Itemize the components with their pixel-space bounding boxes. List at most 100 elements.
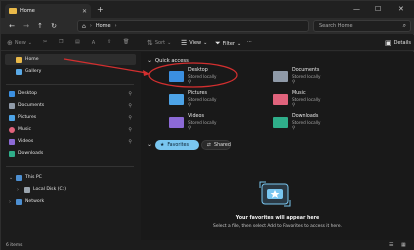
pictures-folder-icon <box>169 93 184 105</box>
videos-icon <box>9 138 15 145</box>
star-icon: ★ <box>160 142 165 148</box>
view-icon: ☰ <box>181 39 188 47</box>
tab-favorites[interactable]: ★ Favorites <box>155 140 199 150</box>
address-bar[interactable]: ⌂ › Home › <box>77 20 309 32</box>
sort-button[interactable]: ⇅ Sort ⌄ <box>147 39 171 47</box>
pin-icon: ⚲ <box>128 90 132 97</box>
tab-home[interactable]: Home ✕ <box>5 4 91 18</box>
tab-label: Home <box>20 8 35 14</box>
view-button[interactable]: ☰ View ⌄ <box>181 39 207 47</box>
list-view-icon[interactable]: ☰ <box>389 242 393 248</box>
details-button[interactable]: ▣ Details <box>385 39 411 47</box>
new-plus-icon: ⊕ <box>7 39 13 47</box>
sidebar-item-desktop[interactable]: Desktop ⚲ <box>5 88 136 99</box>
documents-folder-icon <box>273 70 288 82</box>
pin-icon: ⚲ <box>128 114 132 121</box>
quick-access-item-documents[interactable]: Documents Stored locally ⚲ <box>273 67 391 85</box>
sidebar-item-home[interactable]: Home <box>5 54 136 65</box>
quick-access-item-music[interactable]: Music Stored locally ⚲ <box>273 90 391 108</box>
quick-access-item-pictures[interactable]: Pictures Stored locally ⚲ <box>169 90 287 108</box>
tiles-view-icon[interactable]: ▦ <box>401 242 406 248</box>
main-content: ⌄ Quick access Desktop Stored locally ⚲ … <box>141 52 414 240</box>
sidebar-item-this-pc[interactable]: ⌄ This PC <box>5 172 136 183</box>
search-icon: ⌕ <box>402 22 406 29</box>
sidebar-item-music[interactable]: Music ⚲ <box>5 124 136 135</box>
pin-icon: ⚲ <box>128 102 132 109</box>
home-folder-icon <box>9 8 17 14</box>
favorites-empty-illustration-icon <box>259 181 291 207</box>
close-window-button[interactable]: ✕ <box>398 5 404 13</box>
documents-icon <box>9 102 15 109</box>
sidebar-divider <box>6 166 134 167</box>
file-explorer-window: Home ✕ + — ☐ ✕ ← → ↑ ↻ ⌂ › Home › Search… <box>0 0 414 250</box>
chevron-down-icon[interactable]: ⌄ <box>9 175 13 181</box>
pin-icon: ⚲ <box>188 79 192 85</box>
cut-icon[interactable]: ✂ <box>43 39 47 45</box>
filter-button[interactable]: ⏷ Filter ⌄ <box>215 39 241 48</box>
breadcrumb-chevron-icon: › <box>114 23 117 29</box>
drive-icon <box>24 186 30 193</box>
breadcrumb-chevron-icon: › <box>89 23 92 29</box>
navigation-pane: Home Gallery Desktop ⚲ Documents ⚲ Pictu… <box>1 52 139 240</box>
tab-close-icon[interactable]: ✕ <box>82 8 87 15</box>
music-folder-icon <box>273 93 288 105</box>
chevron-right-icon[interactable]: › <box>17 187 21 193</box>
copy-icon[interactable]: ❐ <box>59 39 63 45</box>
rename-icon[interactable]: Ａ <box>91 39 96 46</box>
filter-icon: ⏷ <box>215 39 221 47</box>
gallery-icon <box>16 68 22 75</box>
pin-icon: ⚲ <box>292 79 296 85</box>
paste-icon[interactable]: ▤ <box>75 39 80 45</box>
refresh-icon[interactable]: ↻ <box>49 22 59 30</box>
forward-arrow-icon[interactable]: → <box>21 22 31 30</box>
details-icon: ▣ <box>385 39 392 47</box>
downloads-folder-icon <box>273 116 288 128</box>
pin-icon: ⚲ <box>292 125 296 131</box>
share-icon[interactable]: ⇪ <box>107 39 111 45</box>
breadcrumb-home[interactable]: Home <box>96 23 111 29</box>
chevron-down-icon: ⌄ <box>147 57 153 64</box>
more-options-icon[interactable]: ··· <box>247 39 252 45</box>
up-arrow-icon[interactable]: ↑ <box>35 22 45 30</box>
downloads-icon <box>9 150 15 157</box>
tab-shared[interactable]: ⇄ Shared <box>201 140 231 150</box>
pin-icon: ⚲ <box>128 138 132 145</box>
delete-icon[interactable]: 🗑 <box>123 39 129 45</box>
search-box[interactable]: Search Home ⌕ <box>313 20 411 32</box>
new-button[interactable]: ⊕ New ⌄ <box>7 39 32 47</box>
desktop-icon <box>9 90 15 97</box>
desktop-folder-icon <box>169 70 184 82</box>
minimize-button[interactable]: — <box>353 5 360 13</box>
pin-icon: ⚲ <box>292 102 296 108</box>
quick-access-item-videos[interactable]: Videos Stored locally ⚲ <box>169 113 287 131</box>
videos-folder-icon <box>169 116 184 128</box>
favorites-empty-title: Your favorites will appear here <box>235 216 320 221</box>
sidebar-item-network[interactable]: › Network <box>5 196 136 207</box>
new-tab-button[interactable]: + <box>97 5 104 14</box>
favorites-section-chevron[interactable]: ⌄ <box>147 141 155 148</box>
pin-icon: ⚲ <box>188 102 192 108</box>
music-icon <box>9 126 15 133</box>
home-icon <box>16 56 22 63</box>
sidebar-item-gallery[interactable]: Gallery <box>5 66 136 77</box>
sidebar-item-pictures[interactable]: Pictures ⚲ <box>5 112 136 123</box>
back-arrow-icon[interactable]: ← <box>7 22 17 30</box>
pictures-icon <box>9 114 15 121</box>
pin-icon: ⚲ <box>128 126 132 133</box>
quick-access-item-desktop[interactable]: Desktop Stored locally ⚲ <box>169 67 287 85</box>
sidebar-item-local-disk[interactable]: › Local Disk (C:) <box>13 184 136 195</box>
quick-access-item-downloads[interactable]: Downloads Stored locally ⚲ <box>273 113 391 131</box>
computer-icon <box>16 174 22 181</box>
sidebar-item-documents[interactable]: Documents ⚲ <box>5 100 136 111</box>
sidebar-item-videos[interactable]: Videos ⚲ <box>5 136 136 147</box>
quick-access-header[interactable]: ⌄ Quick access <box>147 57 189 64</box>
maximize-button[interactable]: ☐ <box>375 5 381 13</box>
search-input[interactable]: Search Home <box>319 23 353 29</box>
sort-icon: ⇅ <box>147 39 153 47</box>
sidebar-item-downloads[interactable]: Downloads <box>5 148 136 159</box>
item-count: 6 items <box>6 243 23 248</box>
chevron-right-icon[interactable]: › <box>9 199 13 205</box>
shared-icon: ⇄ <box>207 142 212 148</box>
home-icon: ⌂ <box>82 22 86 30</box>
chevron-down-icon: ⌄ <box>147 141 153 148</box>
